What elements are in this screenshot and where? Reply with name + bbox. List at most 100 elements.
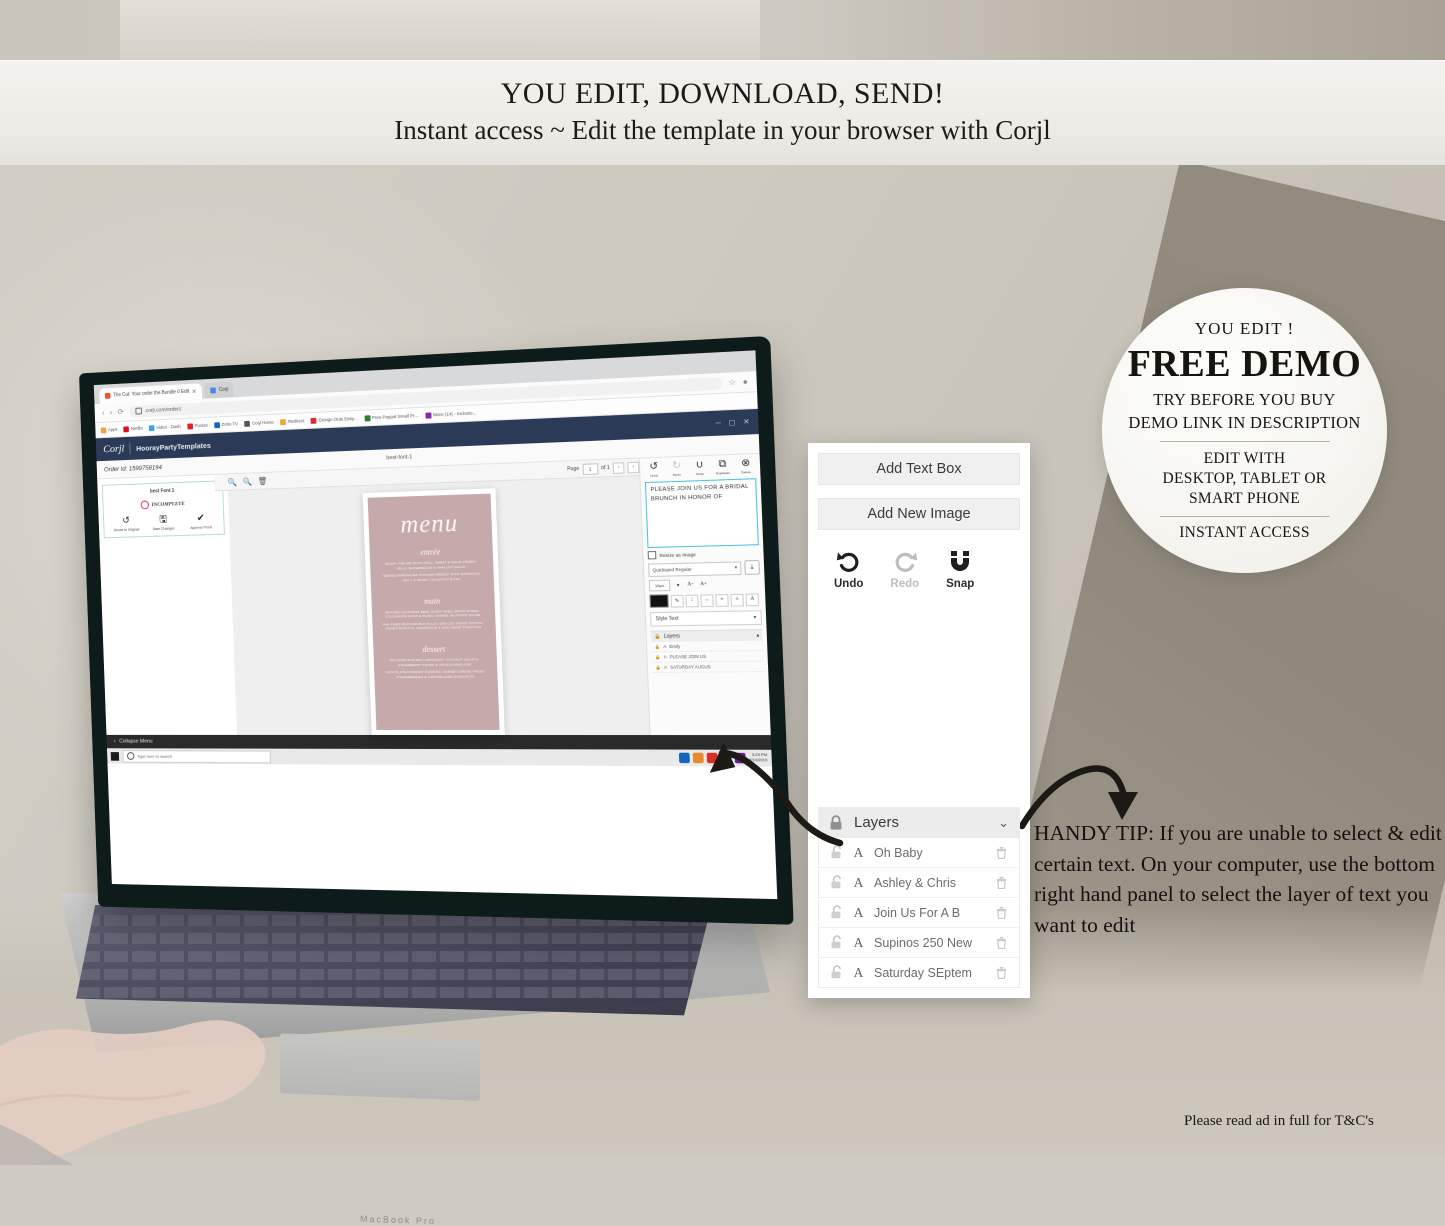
background-top-highlight xyxy=(120,0,760,62)
layers-list: A Oh Baby A Ashley & Chris A Join Us For… xyxy=(818,838,1020,988)
shop-name: HoorayPartyTemplates xyxy=(135,440,211,453)
close-icon[interactable]: ✕ xyxy=(743,418,750,427)
redo-button[interactable]: ↻ Redo xyxy=(667,460,687,477)
decrease-font-icon[interactable]: A− xyxy=(686,580,696,590)
snap-button[interactable]: Snap xyxy=(946,549,974,590)
badge-edit-with: EDIT WITH xyxy=(1203,449,1286,467)
star-icon[interactable]: ☆ xyxy=(728,377,736,387)
corjl-brand[interactable]: Corjl HoorayPartyTemplates xyxy=(103,439,211,456)
editor-layer-row[interactable]: 🔓 A SATURDAY AUGUS xyxy=(652,661,764,674)
bookmark-item[interactable]: Zoho TV xyxy=(213,421,238,428)
chevron-up-icon: ▴ xyxy=(756,632,760,639)
layer-name: Supinos 250 New xyxy=(874,935,972,950)
approve-button[interactable]: ✔ Approve Proof xyxy=(186,513,216,531)
zoom-in-icon[interactable]: 🔍 xyxy=(227,477,237,486)
bookmark-item[interactable]: Design Outs Easy... xyxy=(310,415,358,424)
bookmark-item[interactable]: More (14) - Inclusio... xyxy=(425,410,477,419)
browser-tab-title: Corjl xyxy=(218,386,229,394)
snap-button[interactable]: ∪ Snap xyxy=(690,459,710,476)
check-icon: ✔ xyxy=(196,513,205,524)
bookmark-item[interactable]: Free Paypal Small Pr... xyxy=(364,413,418,421)
layer-row[interactable]: A Saturday SEptem xyxy=(819,958,1019,987)
prev-page-icon[interactable]: ‹ xyxy=(612,461,625,474)
trash-icon[interactable] xyxy=(995,905,1008,920)
minimize-icon[interactable]: ─ xyxy=(715,419,721,428)
back-icon[interactable]: ‹ xyxy=(102,408,105,417)
line-height-icon[interactable]: ↕ xyxy=(685,594,699,607)
redo-arrow-icon: ↻ xyxy=(671,460,682,472)
trash-icon[interactable] xyxy=(995,875,1008,890)
layer-row[interactable]: A Join Us For A B xyxy=(819,898,1019,928)
layer-name: Join Us For A B xyxy=(874,905,961,920)
card-body-text: DE-CONSTRUCTED LAMINGTON, COCONUT GELATO… xyxy=(389,657,480,667)
text-case-icon[interactable]: A xyxy=(745,592,760,606)
browser-tab-inactive[interactable]: Corjl xyxy=(204,381,235,399)
page-number-input[interactable]: 1 xyxy=(582,462,599,475)
lock-open-icon[interactable] xyxy=(830,905,843,920)
align-center-icon[interactable]: ≡ xyxy=(730,593,744,607)
trash-icon[interactable] xyxy=(995,965,1008,980)
reload-icon[interactable]: ⟳ xyxy=(117,407,123,416)
bookmark-item[interactable]: Video - Dash xyxy=(148,424,181,431)
forward-icon[interactable]: › xyxy=(110,408,113,417)
next-page-icon[interactable]: › xyxy=(627,461,640,473)
layer-row[interactable]: A Supinos 250 New xyxy=(819,928,1019,958)
align-left-icon[interactable]: ≡ xyxy=(715,593,729,607)
windows-search-input[interactable]: Type here to search xyxy=(122,749,271,763)
chevron-down-icon: ▾ xyxy=(734,564,738,570)
lock-open-icon[interactable] xyxy=(830,875,843,890)
bookmark-item[interactable]: Pocket xyxy=(187,422,208,429)
text-color-swatch[interactable] xyxy=(649,594,669,608)
eyedropper-icon[interactable]: ✎ xyxy=(670,594,684,608)
delete-button[interactable]: ⊗ Delete xyxy=(736,457,756,474)
resize-as-image-checkbox[interactable]: Resize as Image xyxy=(647,548,760,560)
template-thumbnail-card[interactable]: best Font 1 INCOMPLETE ↺ Revert to Origi… xyxy=(101,480,225,539)
lock-open-icon[interactable] xyxy=(830,935,843,950)
close-icon[interactable]: ✕ xyxy=(192,388,197,395)
font-family-select[interactable]: Quicksand Regular ▾ xyxy=(648,560,742,577)
style-text-dropdown[interactable]: Style Text ▾ xyxy=(650,610,763,627)
header-subheadline: Instant access ~ Edit the template in yo… xyxy=(394,114,1051,145)
bookmark-item[interactable]: Apps xyxy=(100,426,118,433)
trash-icon[interactable] xyxy=(995,845,1008,860)
bookmark-item[interactable]: Corjl Home xyxy=(244,419,274,427)
add-text-box-button[interactable]: Add Text Box xyxy=(818,453,1020,485)
add-new-image-button[interactable]: Add New Image xyxy=(818,498,1020,530)
undo-button[interactable]: Undo xyxy=(834,549,863,590)
corjl-floating-panel: Add Text Box Add New Image Undo Redo Sna… xyxy=(808,443,1030,998)
increase-font-icon[interactable]: A+ xyxy=(699,580,709,590)
checkbox-label: Resize as Image xyxy=(659,551,696,558)
chevron-down-icon[interactable]: ⌄ xyxy=(998,815,1009,831)
windows-start-icon[interactable] xyxy=(110,751,120,761)
undo-arrow-icon: ↺ xyxy=(649,460,659,473)
lock-open-icon[interactable] xyxy=(830,965,843,980)
text-layer-A-icon: A xyxy=(663,643,667,650)
bookmark-item[interactable]: Redirect xyxy=(280,418,304,425)
letter-spacing-icon[interactable]: ↔ xyxy=(700,593,714,607)
font-size-select[interactable]: 16px xyxy=(648,579,671,592)
trash-icon[interactable]: 🗑 xyxy=(257,476,267,485)
text-layer-A-icon: A xyxy=(853,934,864,950)
duplicate-button[interactable]: ⧉ Duplicate xyxy=(713,458,733,475)
revert-button[interactable]: ↺ Revert to Original xyxy=(111,515,141,532)
badge-sub2: DEMO LINK IN DESCRIPTION xyxy=(1128,412,1361,432)
template-canvas[interactable]: menu entrée CRISPY PEKING DUCK ROLL, SWE… xyxy=(362,488,505,736)
taskbar-app-icon[interactable] xyxy=(678,752,691,764)
bookmark-item[interactable]: Netflix xyxy=(123,425,143,432)
layer-row[interactable]: A Ashley & Chris xyxy=(819,868,1019,898)
undo-button[interactable]: ↺ Undo xyxy=(644,460,664,478)
collapse-menu-label: Collapse Menu xyxy=(119,738,153,745)
text-edit-field[interactable]: PLEASE JOIN US FOR A BRIDAL BRUNCH IN HO… xyxy=(644,478,759,549)
maximize-icon[interactable]: ▢ xyxy=(728,418,735,427)
save-button[interactable]: 🖫 Save Changes xyxy=(148,514,178,531)
cortana-icon xyxy=(126,752,135,760)
redo-button[interactable]: Redo xyxy=(890,549,919,590)
profile-icon[interactable]: ● xyxy=(743,377,749,387)
handy-tip-text: HANDY TIP: If you are unable to select &… xyxy=(1034,821,1442,938)
chevron-down-icon[interactable]: ▾ xyxy=(673,580,683,590)
arrow-pointing-to-laptop xyxy=(709,742,844,847)
trash-icon[interactable] xyxy=(995,935,1008,950)
checkbox-icon xyxy=(647,550,657,560)
font-upload-button[interactable]: ⤓ xyxy=(744,559,761,575)
zoom-out-icon[interactable]: 🔍 xyxy=(242,477,252,486)
